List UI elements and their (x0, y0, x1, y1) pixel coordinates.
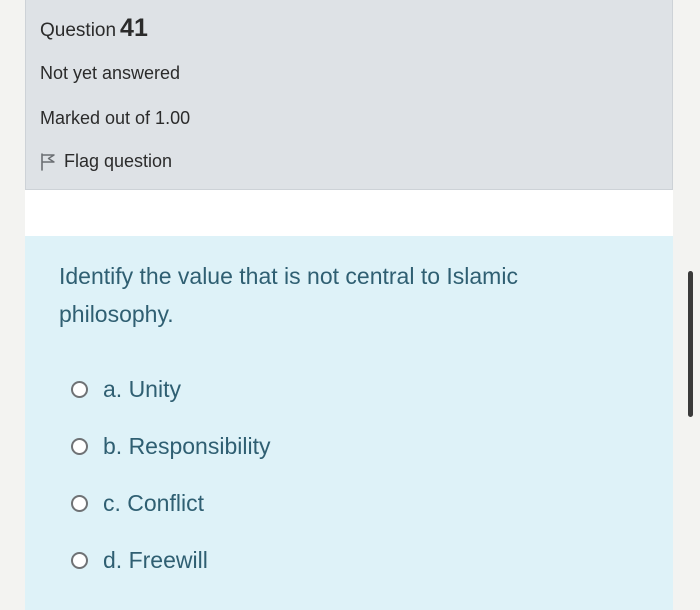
question-grade: Marked out of 1.00 (40, 108, 191, 128)
question-number: 41 (120, 14, 148, 42)
question-info-panel: Question 41 Not yet answered Marked out o… (25, 0, 673, 190)
flag-question-link[interactable]: Flag question (40, 151, 172, 172)
radio-button[interactable] (71, 381, 88, 398)
radio-button[interactable] (71, 438, 88, 455)
answer-label[interactable]: b. Responsibility (103, 433, 270, 460)
radio-button[interactable] (71, 552, 88, 569)
question-formulation: Identify the value that is not central t… (25, 236, 673, 610)
flag-icon (40, 152, 56, 171)
scrollbar[interactable] (688, 271, 693, 417)
answer-option-a[interactable]: a. Unity (71, 376, 181, 403)
question-state: Not yet answered (40, 63, 181, 83)
question-text: Identify the value that is not central t… (59, 263, 518, 327)
question-prefix: Question (40, 20, 117, 41)
answer-label[interactable]: d. Freewill (103, 547, 208, 574)
answer-option-b[interactable]: b. Responsibility (71, 433, 270, 460)
answer-option-c[interactable]: c. Conflict (71, 490, 204, 517)
radio-button[interactable] (71, 495, 88, 512)
answer-option-d[interactable]: d. Freewill (71, 547, 208, 574)
spacer (25, 190, 673, 236)
question-number-heading: Question 41 (40, 16, 148, 41)
flag-question-label: Flag question (64, 151, 173, 171)
answer-label[interactable]: a. Unity (103, 376, 181, 403)
answer-label[interactable]: c. Conflict (103, 490, 204, 517)
